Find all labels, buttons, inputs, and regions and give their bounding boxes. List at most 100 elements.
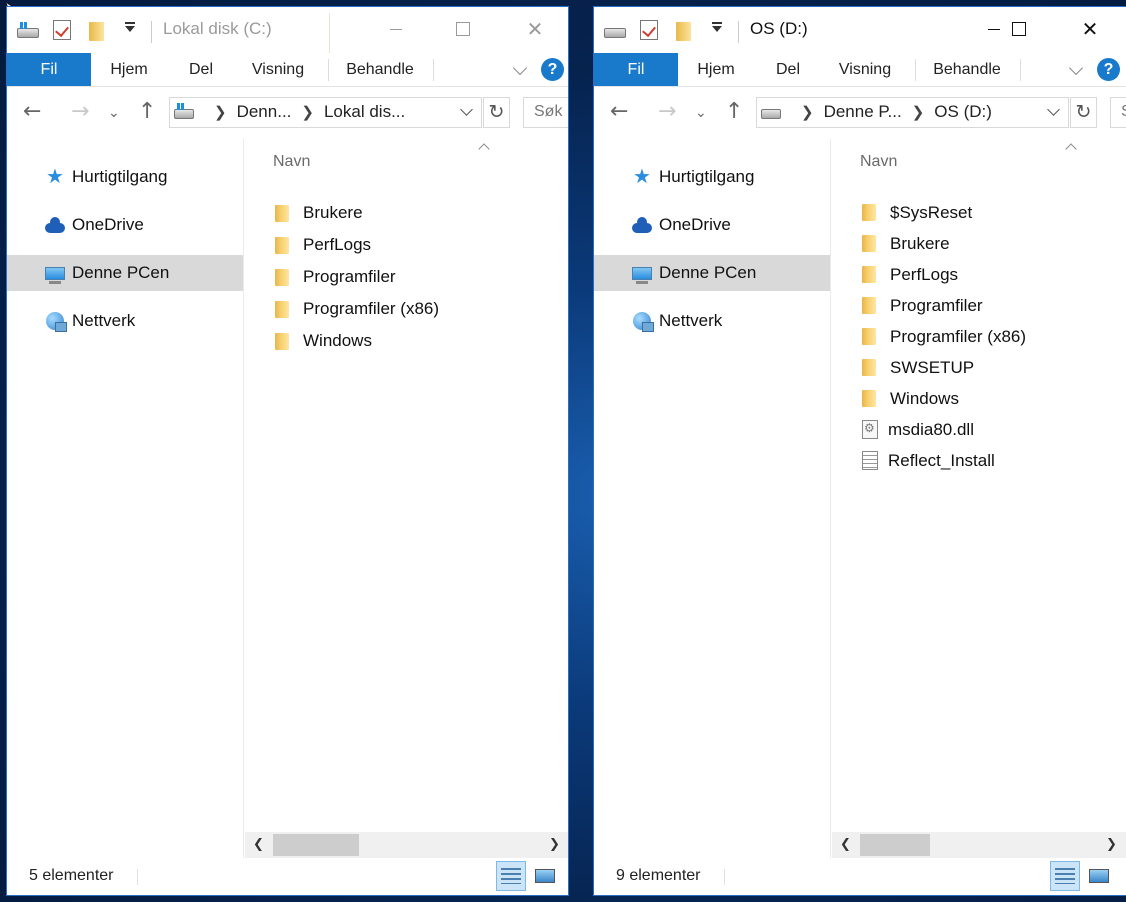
scrollbar-thumb[interactable]	[860, 834, 930, 856]
list-item[interactable]: Brukere	[275, 197, 439, 229]
file-name: Windows	[890, 388, 959, 408]
large-icons-view-button[interactable]	[530, 861, 560, 891]
nav-item-this-pc[interactable]: Denne PCen	[7, 255, 243, 291]
refresh-button[interactable]: ↻	[1070, 97, 1097, 128]
list-item[interactable]: SWSETUP	[862, 352, 1026, 383]
address-bar-row: ← → ⌄ ↑ ❯ Denn... ❯ Lokal dis... ↻ Søk	[7, 87, 568, 139]
list-item[interactable]: $SysReset	[862, 197, 1026, 228]
address-dropdown-icon[interactable]	[1047, 103, 1060, 116]
help-icon[interactable]: ?	[1097, 58, 1120, 81]
file-name: PerfLogs	[303, 235, 372, 254]
nav-label: Hurtigtilgang	[659, 167, 755, 186]
status-bar: 5 elementer	[7, 858, 568, 895]
details-view-button[interactable]	[1050, 861, 1080, 891]
expand-ribbon-icon[interactable]	[1068, 60, 1084, 76]
horizontal-scrollbar[interactable]: ❮ ❯	[245, 832, 568, 858]
help-icon[interactable]: ?	[541, 58, 564, 81]
sort-ascending-icon	[1065, 143, 1077, 155]
tab-manage[interactable]: Behandle	[341, 53, 419, 86]
nav-item-quick-access[interactable]: ★ Hurtigtilgang	[7, 159, 243, 195]
horizontal-scrollbar[interactable]: ❮ ❯	[832, 832, 1126, 858]
address-field[interactable]: ❯ Denne P... ❯ OS (D:)	[756, 97, 1069, 128]
list-item[interactable]: Programfiler	[862, 290, 1026, 321]
scroll-right-icon[interactable]: ❯	[549, 837, 560, 852]
tab-home[interactable]: Hjem	[103, 53, 155, 86]
search-input[interactable]: Søk	[523, 97, 568, 128]
sort-ascending-icon	[478, 143, 490, 155]
nav-item-this-pc[interactable]: Denne PCen	[594, 255, 830, 291]
tab-share[interactable]: Del	[179, 53, 223, 86]
list-item[interactable]: Windows	[862, 383, 1026, 414]
recent-locations-chevron-icon[interactable]: ⌄	[695, 105, 707, 121]
breadcrumb-this-pc[interactable]: Denn...	[237, 102, 292, 122]
list-item[interactable]: Programfiler (x86)	[862, 321, 1026, 352]
scroll-right-icon[interactable]: ❯	[1106, 837, 1117, 852]
tab-manage[interactable]: Behandle	[928, 53, 1006, 86]
details-view-button[interactable]	[496, 861, 526, 891]
nav-item-onedrive[interactable]: OneDrive	[7, 207, 243, 243]
properties-icon[interactable]	[640, 20, 662, 42]
column-header-name[interactable]: Navn	[273, 153, 310, 171]
back-arrow-icon[interactable]: ←	[23, 99, 41, 124]
tab-share[interactable]: Del	[766, 53, 810, 86]
large-icons-view-button[interactable]	[1084, 861, 1114, 891]
nav-item-onedrive[interactable]: OneDrive	[594, 207, 830, 243]
properties-icon[interactable]	[53, 20, 75, 42]
close-button[interactable]: ✕	[1067, 15, 1113, 43]
nav-item-network[interactable]: Nettverk	[7, 303, 243, 339]
maximize-button[interactable]	[440, 15, 486, 43]
close-button[interactable]: ✕	[512, 15, 558, 43]
folder-icon	[275, 268, 289, 286]
scroll-left-icon[interactable]: ❮	[253, 837, 264, 852]
tab-view[interactable]: Visning	[832, 53, 898, 86]
forward-arrow-icon[interactable]: →	[658, 99, 676, 124]
tab-home[interactable]: Hjem	[690, 53, 742, 86]
search-input[interactable]: S	[1110, 97, 1126, 128]
up-arrow-icon[interactable]: ↑	[138, 99, 156, 124]
breadcrumb-drive[interactable]: Lokal dis...	[324, 102, 405, 122]
list-item[interactable]: PerfLogs	[862, 259, 1026, 290]
forward-arrow-icon[interactable]: →	[71, 99, 89, 124]
list-item[interactable]: Programfiler	[275, 261, 439, 293]
new-folder-icon[interactable]	[676, 20, 698, 42]
minimize-button[interactable]	[373, 15, 419, 43]
file-name: SWSETUP	[890, 357, 975, 377]
tab-view[interactable]: Visning	[245, 53, 311, 86]
new-folder-icon[interactable]	[89, 20, 111, 42]
nav-item-quick-access[interactable]: ★ Hurtigtilgang	[594, 159, 830, 195]
drive-icon	[17, 20, 39, 42]
customize-dropdown-icon[interactable]	[125, 20, 147, 42]
ribbon-tabs: Fil Hjem Del Visning Behandle ?	[594, 53, 1126, 87]
tab-file[interactable]: Fil	[7, 53, 91, 86]
maximize-button[interactable]	[996, 15, 1042, 43]
column-header-name[interactable]: Navn	[860, 153, 897, 171]
scroll-left-icon[interactable]: ❮	[840, 837, 851, 852]
list-item[interactable]: Windows	[275, 325, 439, 357]
list-item[interactable]: Programfiler (x86)	[275, 293, 439, 325]
scrollbar-thumb[interactable]	[273, 834, 359, 856]
address-field[interactable]: ❯ Denn... ❯ Lokal dis...	[169, 97, 482, 128]
back-arrow-icon[interactable]: ←	[610, 99, 628, 124]
list-item[interactable]: Brukere	[862, 228, 1026, 259]
list-item[interactable]: Reflect_Install	[862, 445, 1026, 476]
folder-icon	[275, 332, 289, 350]
tab-file[interactable]: Fil	[594, 53, 678, 86]
customize-dropdown-icon[interactable]	[712, 20, 734, 42]
item-count: 5 elementer	[29, 867, 114, 884]
list-item[interactable]: msdia80.dll	[862, 414, 1026, 445]
network-icon	[45, 311, 67, 332]
up-arrow-icon[interactable]: ↑	[725, 99, 743, 124]
recent-locations-chevron-icon[interactable]: ⌄	[108, 105, 120, 121]
expand-ribbon-icon[interactable]	[512, 60, 528, 76]
breadcrumb-this-pc[interactable]: Denne P...	[824, 102, 902, 122]
file-list: $SysReset Brukere PerfLogs Programfiler …	[862, 197, 1026, 476]
file-name: Programfiler (x86)	[890, 326, 1027, 346]
quick-access-toolbar	[604, 19, 748, 43]
nav-item-network[interactable]: Nettverk	[594, 303, 830, 339]
refresh-button[interactable]: ↻	[483, 97, 510, 128]
details-view-icon	[1055, 868, 1075, 884]
breadcrumb-drive[interactable]: OS (D:)	[934, 102, 992, 122]
address-dropdown-icon[interactable]	[460, 103, 473, 116]
folder-icon	[862, 266, 876, 283]
list-item[interactable]: PerfLogs	[275, 229, 439, 261]
